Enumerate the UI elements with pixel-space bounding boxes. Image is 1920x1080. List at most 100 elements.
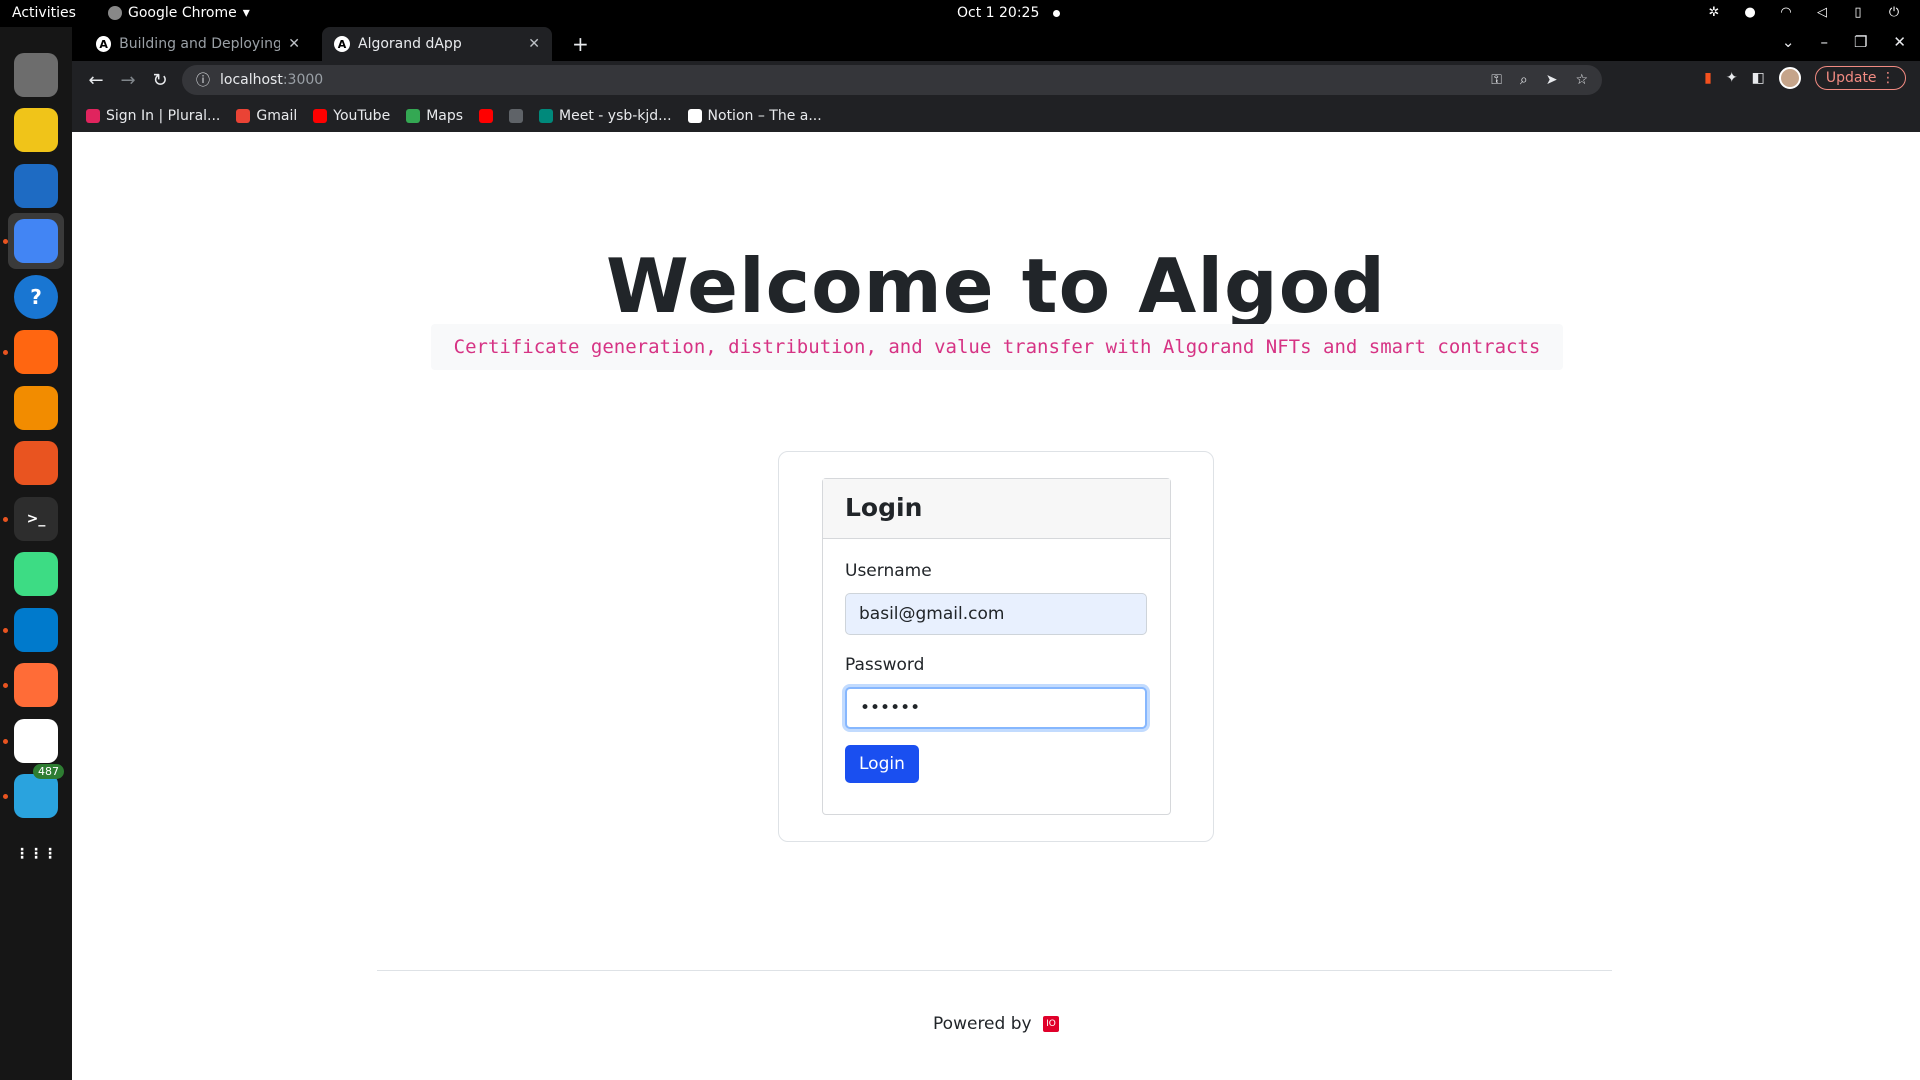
terminal-icon[interactable]: >_ — [8, 491, 64, 547]
bookmark-favicon-icon — [687, 108, 702, 123]
zoom-icon[interactable]: ⌕ — [1520, 72, 1528, 88]
extensions-icon[interactable]: ✦ — [1726, 70, 1738, 86]
login-button[interactable]: Login — [845, 745, 919, 783]
bookmark-label: Sign In | Plural... — [106, 107, 221, 124]
minimize-icon[interactable]: – — [1820, 33, 1828, 51]
powered-by-logo-icon[interactable]: IO — [1042, 1016, 1059, 1032]
send-icon[interactable]: ➤ — [1546, 72, 1558, 88]
telegram-icon[interactable]: 487 — [8, 764, 64, 824]
firefox-icon-glyph — [14, 330, 58, 374]
login-container: Login Username Password Login — [778, 451, 1214, 842]
battery-icon[interactable]: ▯ — [1850, 5, 1866, 21]
close-window-icon[interactable]: ✕ — [1893, 33, 1906, 51]
bookmark-item[interactable]: Gmail — [236, 108, 297, 124]
chrome-icon[interactable] — [8, 213, 64, 269]
system-tray[interactable]: ✲ ● ◠ ◁ ▯ ⏻ — [1706, 5, 1902, 21]
new-tab-button[interactable]: + — [572, 32, 589, 56]
vscode-icon[interactable] — [8, 602, 64, 658]
help-icon[interactable]: ? — [8, 269, 64, 325]
algorand-favicon: A — [96, 36, 112, 52]
terminal-icon-glyph: >_ — [14, 497, 58, 541]
bookmark-item[interactable]: Maps — [406, 108, 463, 124]
toolbar-right: ▮ ✦ ◧ Update ⋮ — [1704, 66, 1906, 90]
password-key-icon[interactable]: ⚿ — [1491, 72, 1502, 88]
url-port: :3000 — [282, 72, 324, 88]
bookmark-item[interactable]: Sign In | Plural... — [86, 108, 220, 124]
rhythmbox-icon[interactable] — [8, 102, 64, 158]
tab-building-deploying[interactable]: A Building and Deploying a ✕ — [84, 27, 312, 61]
password-input[interactable] — [845, 687, 1147, 729]
running-indicator — [3, 794, 8, 799]
files-icon[interactable] — [8, 47, 64, 103]
bookmark-item[interactable] — [509, 108, 524, 123]
web-page: Welcome to Algod Certificate generation,… — [72, 132, 1920, 1080]
bookmark-favicon-icon — [509, 108, 524, 123]
slack-icon[interactable] — [8, 713, 64, 769]
dock: ? >_ 487 ⋮⋮⋮ — [0, 27, 72, 1080]
forward-icon[interactable]: → — [112, 70, 144, 91]
postman-icon[interactable] — [8, 657, 64, 713]
bookmark-label: Gmail — [256, 107, 298, 124]
profile-avatar[interactable] — [1778, 67, 1801, 89]
running-indicator — [3, 350, 8, 355]
password-label: Password — [845, 655, 925, 675]
bookmark-label: YouTube — [333, 107, 391, 124]
login-card: Login Username Password Login — [822, 478, 1171, 815]
tab-title: Algorand dApp — [358, 36, 462, 52]
app-center-icon[interactable] — [8, 435, 64, 491]
power-icon[interactable]: ⏻ — [1886, 5, 1902, 21]
login-form: Username Password Login — [823, 539, 1170, 805]
app-menu[interactable]: Google Chrome ▾ — [108, 5, 250, 21]
lighthouse-extension-icon[interactable]: ▮ — [1704, 70, 1712, 86]
activities-button[interactable]: Activities — [12, 5, 76, 21]
bookmark-favicon-icon — [313, 108, 328, 123]
tab-search-icon[interactable]: ⌄ — [1782, 33, 1795, 51]
login-card-header: Login — [823, 479, 1170, 539]
maximize-icon[interactable]: ❐ — [1854, 33, 1867, 51]
app-center-icon-glyph — [14, 441, 58, 485]
bookmark-favicon-icon — [479, 108, 494, 123]
bookmark-star-icon[interactable]: ☆ — [1575, 72, 1588, 88]
chrome-icon-glyph — [14, 219, 58, 263]
close-tab-icon[interactable]: ✕ — [288, 36, 300, 52]
bookmark-favicon-icon — [406, 108, 421, 123]
update-button[interactable]: Update ⋮ — [1814, 66, 1906, 90]
tab-algorand-dapp[interactable]: A Algorand dApp ✕ — [322, 27, 552, 61]
bookmark-item[interactable]: YouTube — [313, 108, 390, 124]
bookmark-item[interactable]: Notion – The a... — [687, 108, 822, 124]
chrome-tray-icon[interactable]: ● — [1742, 5, 1758, 21]
postman-icon-glyph — [14, 663, 58, 707]
running-indicator — [3, 739, 8, 744]
algorand-favicon: A — [334, 36, 350, 52]
android-studio-icon[interactable] — [8, 546, 64, 602]
close-tab-icon[interactable]: ✕ — [528, 36, 540, 52]
username-input[interactable] — [845, 593, 1147, 635]
page-subtitle: Certificate generation, distribution, an… — [431, 324, 1563, 370]
address-bar[interactable]: ⓘ localhost:3000 ⚿ ⌕ ➤ ☆ — [182, 65, 1602, 95]
window-controls: ⌄ – ❐ ✕ — [1782, 33, 1906, 51]
browser-toolbar: ← → ↻ ⓘ localhost:3000 ⚿ ⌕ ➤ ☆ ▮ ✦ ◧ Upd… — [72, 61, 1920, 99]
slack-tray-icon[interactable]: ✲ — [1706, 5, 1722, 21]
wifi-icon[interactable]: ◠ — [1778, 5, 1794, 21]
site-info-icon[interactable]: ⓘ — [196, 70, 210, 90]
chrome-small-icon — [108, 6, 122, 20]
rhythmbox-icon-glyph — [14, 108, 58, 152]
bookmark-item[interactable] — [479, 108, 494, 123]
show-apps-icon-glyph: ⋮⋮⋮ — [14, 832, 58, 876]
notification-dot — [1053, 9, 1061, 17]
clock[interactable]: Oct 1 20:25 — [957, 5, 1061, 21]
firefox-icon[interactable] — [8, 324, 64, 380]
files-icon-glyph — [14, 53, 58, 97]
username-label: Username — [845, 561, 932, 581]
running-indicator — [3, 628, 8, 633]
reload-icon[interactable]: ↻ — [144, 70, 176, 91]
bookmark-item[interactable]: Meet - ysb-kjd... — [539, 108, 672, 124]
back-icon[interactable]: ← — [80, 70, 112, 91]
side-panel-icon[interactable]: ◧ — [1752, 70, 1765, 86]
volume-icon[interactable]: ◁ — [1814, 5, 1830, 21]
bookmark-label: Meet - ysb-kjd... — [559, 107, 672, 124]
help-icon-glyph: ? — [14, 275, 58, 319]
show-apps-icon[interactable]: ⋮⋮⋮ — [8, 826, 64, 882]
libreoffice-writer-icon[interactable] — [8, 158, 64, 214]
vlc-icon[interactable] — [8, 380, 64, 436]
